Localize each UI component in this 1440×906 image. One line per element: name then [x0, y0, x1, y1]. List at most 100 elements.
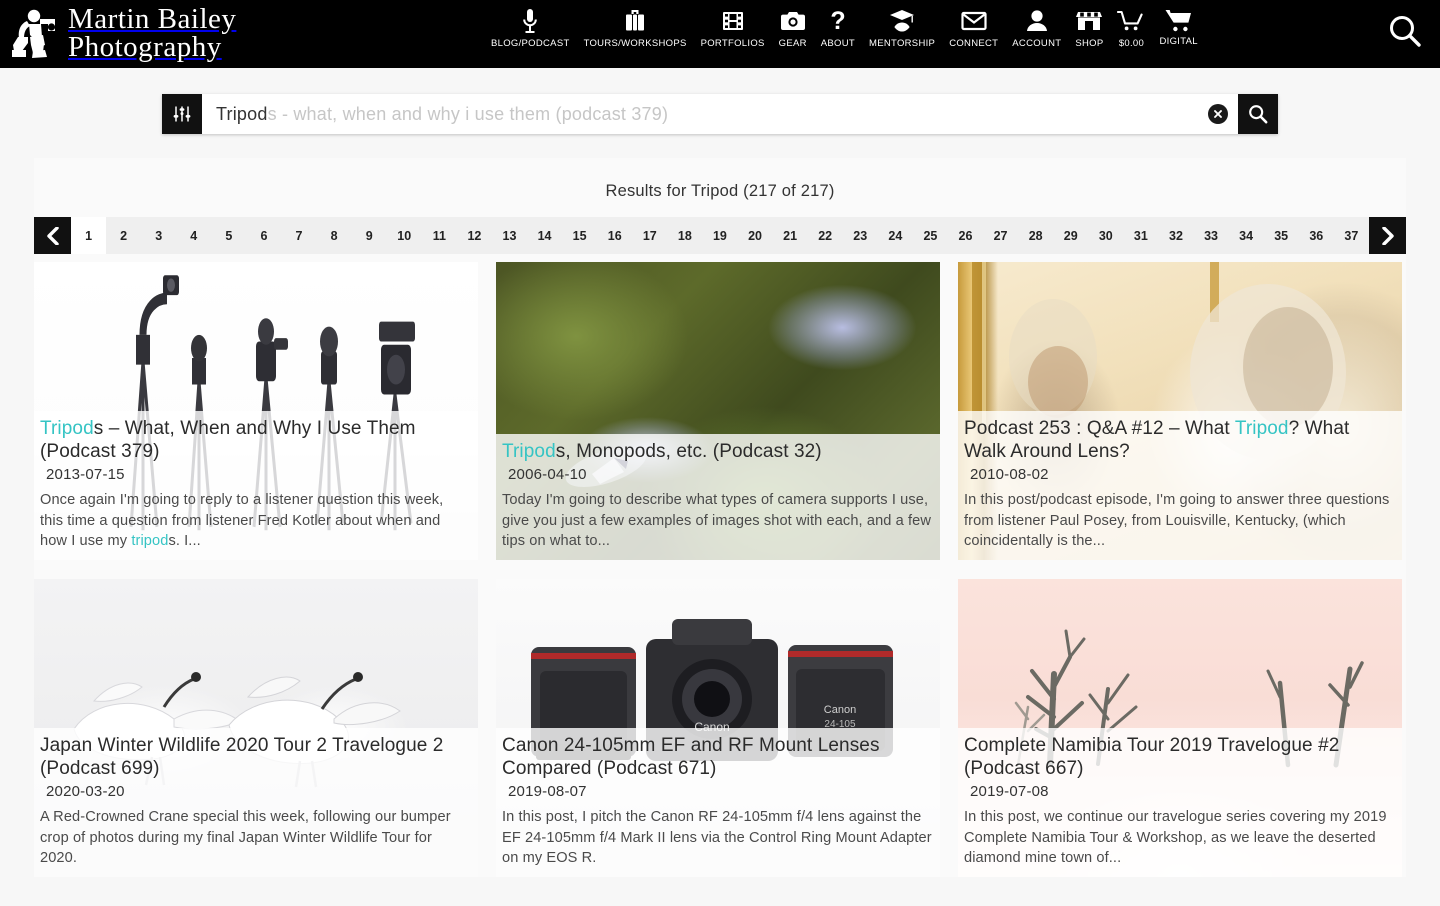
nav-label: ACCOUNT [1012, 38, 1061, 49]
pagination-page-20[interactable]: 20 [737, 217, 772, 254]
svg-text:?: ? [830, 8, 845, 34]
result-card-body: Podcast 253 : Q&A #12 – What Tripod? Wha… [958, 411, 1402, 560]
result-card[interactable]: Complete Namibia Tour 2019 Travelogue #2… [958, 579, 1402, 877]
logo-line-1: Martin Bailey [68, 6, 236, 34]
excerpt-post: s. I... [168, 533, 200, 549]
pagination-page-4[interactable]: 4 [176, 217, 211, 254]
logo-line-2: Photography [68, 34, 236, 62]
result-card[interactable]: Canon Canon 24-105 Canon 24-105mm EF and… [496, 579, 940, 877]
result-card-title: Canon 24-105mm EF and RF Mount Lenses Co… [502, 734, 932, 781]
nav-item-digital[interactable]: DIGITAL [1152, 0, 1204, 47]
pagination-page-23[interactable]: 23 [843, 217, 878, 254]
pagination-page-24[interactable]: 24 [878, 217, 913, 254]
pagination-page-22[interactable]: 22 [808, 217, 843, 254]
pagination-page-3[interactable]: 3 [141, 217, 176, 254]
result-card-body: Complete Namibia Tour 2019 Travelogue #2… [958, 728, 1402, 877]
pagination-page-37[interactable]: 37 [1334, 217, 1369, 254]
result-card[interactable]: Podcast 253 : Q&A #12 – What Tripod? Wha… [958, 262, 1402, 560]
nav-label: DIGITAL [1159, 36, 1197, 47]
nav-item-portfolios[interactable]: PORTFOLIOS [694, 0, 772, 49]
nav-item-about[interactable]: ? ABOUT [814, 0, 862, 49]
search-submit-button[interactable] [1238, 94, 1278, 134]
pagination-page-36[interactable]: 36 [1299, 217, 1334, 254]
site-logo[interactable]: Martin Bailey Photography [0, 0, 236, 68]
nav-item-connect[interactable]: CONNECT [942, 0, 1005, 49]
nav-item-blog-podcast[interactable]: BLOG/PODCAST [484, 0, 577, 49]
result-card[interactable]: Tripods – What, When and Why I Use Them … [34, 262, 478, 560]
pagination-page-31[interactable]: 31 [1123, 217, 1158, 254]
excerpt-pre: In this post, we continue our travelogue… [964, 809, 1387, 866]
pagination-page-13[interactable]: 13 [492, 217, 527, 254]
nav-item-cart-total[interactable]: $0.00 [1110, 0, 1152, 49]
title-pre: Complete Namibia Tour 2019 Travelogue #2… [964, 735, 1339, 779]
excerpt-pre: A Red-Crowned Crane special this week, f… [40, 809, 451, 866]
pagination-page-18[interactable]: 18 [667, 217, 702, 254]
pagination-page-32[interactable]: 32 [1158, 217, 1193, 254]
header-search-icon[interactable] [1388, 14, 1422, 53]
sliders-filter-icon[interactable] [162, 94, 202, 134]
pagination-page-14[interactable]: 14 [527, 217, 562, 254]
pagination-page-16[interactable]: 16 [597, 217, 632, 254]
pagination-page-21[interactable]: 21 [773, 217, 808, 254]
pagination-page-list: 1234567891011121314151617181920212223242… [71, 217, 1369, 254]
excerpt-pre: In this post/podcast episode, I'm going … [964, 492, 1389, 549]
search-input-text: Tripods - what, when and why i use them … [216, 104, 668, 125]
pagination: 1234567891011121314151617181920212223242… [34, 217, 1406, 254]
result-card-title: Podcast 253 : Q&A #12 – What Tripod? Wha… [964, 417, 1394, 464]
photographer-logo-icon [10, 7, 62, 61]
pagination-page-2[interactable]: 2 [106, 217, 141, 254]
pagination-page-1[interactable]: 1 [71, 217, 106, 254]
result-card-title: Tripods – What, When and Why I Use Them … [40, 417, 470, 464]
result-card-date: 2006-04-10 [502, 464, 932, 483]
pagination-page-28[interactable]: 28 [1018, 217, 1053, 254]
cart-filled-icon [1165, 7, 1193, 35]
nav-label: SHOP [1075, 38, 1103, 49]
pagination-page-26[interactable]: 26 [948, 217, 983, 254]
result-card-excerpt: In this post, I pitch the Canon RF 24-10… [502, 807, 932, 869]
clear-search-button[interactable] [1208, 104, 1228, 124]
nav-item-tours-workshops[interactable]: TOURS/WORKSHOPS [577, 0, 694, 49]
pagination-page-30[interactable]: 30 [1088, 217, 1123, 254]
search-bar-region: Tripods - what, when and why i use them … [0, 68, 1440, 158]
search-input[interactable]: Tripods - what, when and why i use them … [202, 94, 1238, 134]
pagination-page-6[interactable]: 6 [246, 217, 281, 254]
pagination-page-10[interactable]: 10 [387, 217, 422, 254]
graduation-cap-icon [889, 7, 915, 35]
result-card-date: 2020-03-20 [40, 781, 470, 800]
result-card[interactable]: Japan Winter Wildlife 2020 Tour 2 Travel… [34, 579, 478, 877]
nav-item-account[interactable]: ACCOUNT [1005, 0, 1068, 49]
pagination-page-35[interactable]: 35 [1264, 217, 1299, 254]
excerpt-pre: In this post, I pitch the Canon RF 24-10… [502, 809, 932, 866]
pagination-page-17[interactable]: 17 [632, 217, 667, 254]
title-pre: Japan Winter Wildlife 2020 Tour 2 Travel… [40, 735, 443, 779]
pagination-next-button[interactable] [1369, 217, 1406, 254]
pagination-page-29[interactable]: 29 [1053, 217, 1088, 254]
microphone-icon [520, 7, 540, 35]
pagination-page-34[interactable]: 34 [1229, 217, 1264, 254]
pagination-page-9[interactable]: 9 [352, 217, 387, 254]
pagination-page-19[interactable]: 19 [702, 217, 737, 254]
result-card-excerpt: A Red-Crowned Crane special this week, f… [40, 807, 470, 869]
nav-label: MENTORSHIP [869, 38, 935, 49]
nav-label: CONNECT [949, 38, 998, 49]
pagination-page-7[interactable]: 7 [281, 217, 316, 254]
result-card[interactable]: Tripods, Monopods, etc. (Podcast 32) 200… [496, 262, 940, 560]
nav-item-mentorship[interactable]: MENTORSHIP [862, 0, 942, 49]
pagination-page-15[interactable]: 15 [562, 217, 597, 254]
nav-item-shop[interactable]: SHOP [1068, 0, 1110, 49]
pagination-page-33[interactable]: 33 [1194, 217, 1229, 254]
pagination-prev-button[interactable] [34, 217, 71, 254]
pagination-page-27[interactable]: 27 [983, 217, 1018, 254]
envelope-icon [961, 7, 987, 35]
pagination-page-11[interactable]: 11 [422, 217, 457, 254]
nav-item-gear[interactable]: GEAR [772, 0, 814, 49]
pagination-page-5[interactable]: 5 [211, 217, 246, 254]
results-heading: Results for Tripod (217 of 217) [34, 172, 1406, 217]
pagination-page-8[interactable]: 8 [317, 217, 352, 254]
pagination-page-25[interactable]: 25 [913, 217, 948, 254]
result-card-title: Tripods, Monopods, etc. (Podcast 32) [502, 440, 932, 463]
result-card-title: Complete Namibia Tour 2019 Travelogue #2… [964, 734, 1394, 781]
pagination-page-12[interactable]: 12 [457, 217, 492, 254]
search-suggestion-text: s - what, when and why i use them (podca… [268, 104, 669, 124]
camera-icon [780, 7, 806, 35]
